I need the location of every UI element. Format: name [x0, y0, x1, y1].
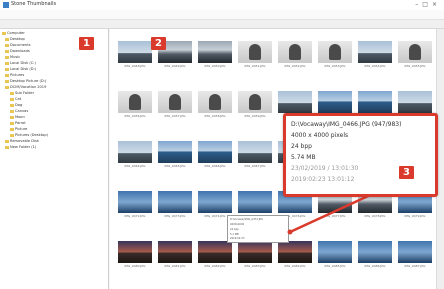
tooltip-path: D:\Vocaway\IMG_0466.JPG (947/983) — [291, 121, 402, 128]
tooltip-modified: 23/02/2019 / 13:01:30 — [291, 165, 359, 172]
tooltip-taken: 2019:02:23 13:01:12 — [291, 176, 355, 183]
callout-badge-2: 2 — [151, 37, 166, 50]
callout-badge-3: 3 — [399, 166, 414, 179]
image-info-tooltip: D:\Vocaway\IMG_0466.JPG (947/983) 4000 x… — [283, 113, 438, 197]
tooltip-size: 5.74 MB — [291, 154, 316, 161]
tooltip-resolution: 4000 x 4000 pixels — [291, 132, 349, 139]
callout-badge-1: 1 — [79, 37, 94, 50]
tooltip-bpp: 24 bpp — [291, 143, 312, 150]
app-window: Stone Thumbnails –□× File Options View T… — [0, 0, 444, 289]
